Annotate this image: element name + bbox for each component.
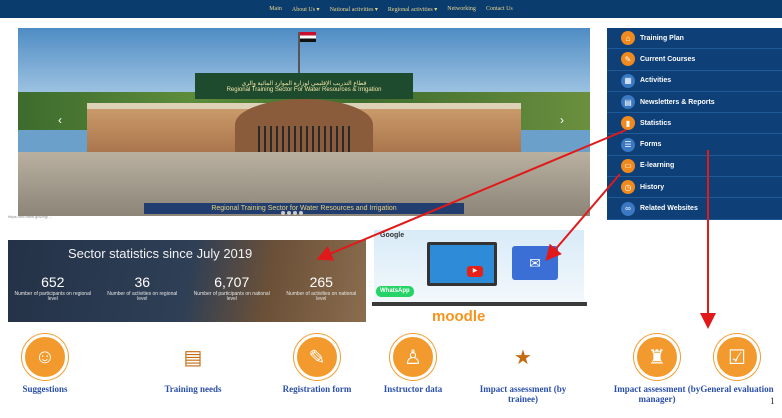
general-evaluation-label: General evaluation xyxy=(700,384,774,394)
trainee-assessment-label: Impact assessment (by trainee) xyxy=(479,384,567,404)
sidebar-item-elearning[interactable]: ▭ E-learning xyxy=(607,156,782,178)
suggestions-label: Suggestions xyxy=(22,384,68,394)
sidebar-item-current-courses[interactable]: ✎ Current Courses xyxy=(607,49,782,71)
general-evaluation-link[interactable]: ☑ General evaluation xyxy=(692,334,782,394)
nav-national-activities[interactable]: National activities ▾ xyxy=(330,6,378,13)
slide-dot[interactable] xyxy=(293,211,298,215)
stat-item: 6,707 Number of participants on national … xyxy=(187,274,277,302)
stat-value: 652 xyxy=(41,274,65,290)
evaluation-icon: ☑ xyxy=(714,334,760,380)
link-icon: ∞ xyxy=(621,201,635,216)
sidebar-item-label: History xyxy=(640,183,665,191)
org-chart-icon: ⌂ xyxy=(621,31,635,46)
email-icon: ✉ xyxy=(512,246,558,280)
registration-form-link[interactable]: ✎ Registration form xyxy=(272,334,362,394)
sidebar-item-label: Forms xyxy=(640,141,662,149)
hero-signboard: قطاع التدريب الإقليمي لوزارة الموارد الم… xyxy=(195,73,413,100)
laptop-icon xyxy=(427,242,497,286)
manager-assessment-icon: ♜ xyxy=(634,334,680,380)
statistics-title: Sector statistics since July 2019 xyxy=(68,246,253,261)
stat-label: Number of activities on national level xyxy=(286,291,357,302)
trainee-assessment-icon: ★ xyxy=(500,334,546,380)
stat-item: 265 Number of activities on national leve… xyxy=(277,274,367,302)
registration-form-icon: ✎ xyxy=(294,334,340,380)
sidebar-item-forms[interactable]: ☰ Forms xyxy=(607,134,782,156)
hero-caption: Regional Training Sector for Water Resou… xyxy=(143,203,465,214)
page-number: 1 xyxy=(770,396,775,406)
slide-dot[interactable] xyxy=(281,211,286,215)
moodle-logo: moodle xyxy=(432,308,486,325)
slide-dot[interactable] xyxy=(287,211,292,215)
suggestions-link[interactable]: ☺ Suggestions xyxy=(0,334,90,394)
statistics-banner[interactable]: Sector statistics since July 2019 652 Num… xyxy=(8,240,366,322)
stat-label: Number of participants on national level xyxy=(193,291,270,302)
manager-assessment-link[interactable]: ♜ Impact assessment (by manager) xyxy=(612,334,702,404)
nav-about[interactable]: About Us ▾ xyxy=(292,6,320,13)
sidebar-item-history[interactable]: ◷ History xyxy=(607,177,782,199)
sidebar-item-label: E-learning xyxy=(640,162,675,170)
signboard-english: Regional Training Sector For Water Resou… xyxy=(226,86,382,93)
sidebar-item-label: Related Websites xyxy=(640,205,698,213)
nav-contact[interactable]: Contact Us xyxy=(486,6,513,12)
sidebar-item-label: Current Courses xyxy=(640,55,696,63)
slide-prev-button[interactable]: ‹ xyxy=(58,113,62,127)
sidebar-item-label: Newsletters & Reports xyxy=(640,98,715,106)
newsletter-icon: ▤ xyxy=(621,95,635,110)
sidebar-item-label: Activities xyxy=(640,77,672,85)
stat-value: 265 xyxy=(309,274,333,290)
flag-image xyxy=(298,31,317,77)
elearning-icon: ▭ xyxy=(621,158,635,173)
sidebar-item-training-plan[interactable]: ⌂ Training Plan xyxy=(607,28,782,50)
instructor-data-label: Instructor data xyxy=(383,384,443,394)
slide-indicators[interactable] xyxy=(281,211,304,215)
stat-item: 652 Number of participants on regional le… xyxy=(8,274,98,302)
trainee-assessment-link[interactable]: ★ Impact assessment (by trainee) xyxy=(478,334,568,404)
calendar-icon: ▦ xyxy=(621,73,635,88)
sidebar-item-label: Statistics xyxy=(640,119,672,127)
stat-value: 36 xyxy=(134,274,151,290)
nav-regional-activities[interactable]: Regional activities ▾ xyxy=(388,6,437,13)
registration-form-label: Registration form xyxy=(282,384,352,394)
instructor-data-link[interactable]: ♙ Instructor data xyxy=(368,334,458,394)
nav-networking[interactable]: Networking xyxy=(447,6,476,12)
promo-strip xyxy=(372,302,587,306)
manager-assessment-label: Impact assessment (by manager) xyxy=(613,384,701,404)
stat-label: Number of activities on regional level xyxy=(107,291,178,302)
stat-label: Number of participants on regional level xyxy=(14,291,91,302)
sidebar-menu: ⌂ Training Plan ✎ Current Courses ▦ Activit… xyxy=(607,28,782,220)
training-needs-link[interactable]: ▤ Training needs xyxy=(148,334,238,394)
statistics-row: 652 Number of participants on regional le… xyxy=(8,274,366,302)
url-text: https://rtc.mwri.gov.eg/ ... xyxy=(8,214,53,219)
elearning-promo[interactable]: Google ▶ ✉ WhatsApp moodle xyxy=(372,230,587,330)
google-logo: Google xyxy=(380,232,405,239)
statistics-icon: ▮ xyxy=(621,116,635,131)
courses-icon: ✎ xyxy=(621,52,635,67)
nav-main[interactable]: Main xyxy=(269,6,282,12)
top-navigation: Main About Us ▾ National activities ▾ Re… xyxy=(0,0,782,18)
stat-item: 36 Number of activities on regional level xyxy=(98,274,188,302)
slide-next-button[interactable]: › xyxy=(560,113,564,127)
hero-slideshow[interactable]: قطاع التدريب الإقليمي لوزارة الموارد الم… xyxy=(18,28,590,216)
history-icon: ◷ xyxy=(621,180,635,195)
sidebar-item-statistics[interactable]: ▮ Statistics xyxy=(607,113,782,135)
slide-dot[interactable] xyxy=(299,211,304,215)
forms-icon: ☰ xyxy=(621,137,635,152)
sidebar-item-activities[interactable]: ▦ Activities xyxy=(607,71,782,92)
sidebar-item-label: Training Plan xyxy=(640,34,684,42)
sidebar-item-related-websites[interactable]: ∞ Related Websites xyxy=(607,198,782,220)
stat-value: 6,707 xyxy=(214,274,250,290)
training-needs-icon: ▤ xyxy=(170,334,216,380)
whatsapp-badge: WhatsApp xyxy=(376,286,414,297)
youtube-icon: ▶ xyxy=(467,266,483,277)
signboard-arabic: قطاع التدريب الإقليمي لوزارة الموارد الم… xyxy=(241,80,367,87)
sidebar-item-newsletters[interactable]: ▤ Newsletters & Reports xyxy=(607,92,782,114)
suggestions-icon: ☺ xyxy=(22,334,68,380)
instructor-icon: ♙ xyxy=(390,334,436,380)
training-needs-label: Training needs xyxy=(164,384,222,394)
